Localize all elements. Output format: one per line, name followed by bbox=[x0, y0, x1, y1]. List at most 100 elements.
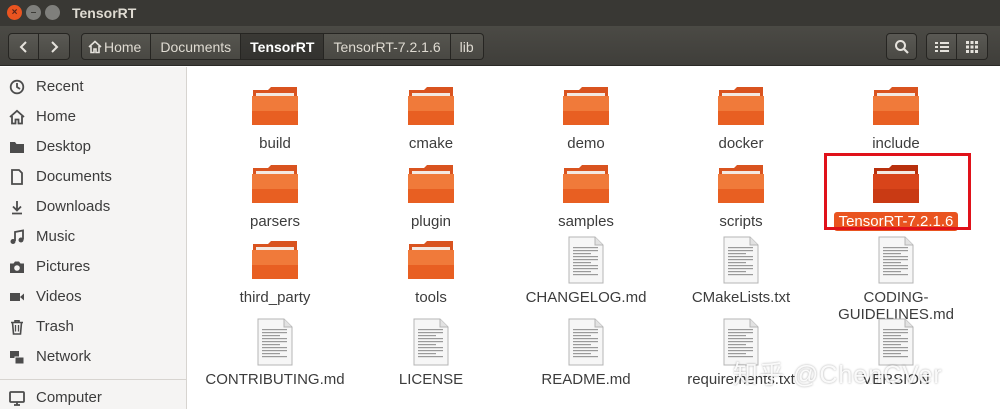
folder-item-parsers[interactable]: parsers bbox=[200, 159, 350, 239]
file-item-license[interactable]: LICENSE bbox=[356, 317, 506, 397]
breadcrumb-label: TensorRT-7.2.1.6 bbox=[333, 38, 441, 55]
grid-view-button[interactable] bbox=[957, 33, 988, 60]
text-file-icon bbox=[250, 317, 300, 367]
file-label-wrap: tools bbox=[356, 289, 506, 306]
sidebar-item-label: Home bbox=[36, 107, 77, 125]
folder-item-docker[interactable]: docker bbox=[666, 81, 816, 161]
file-item-readme-md[interactable]: README.md bbox=[511, 317, 661, 397]
text-file-icon bbox=[561, 235, 611, 285]
text-file-icon bbox=[561, 317, 611, 367]
clock-icon bbox=[9, 79, 25, 95]
file-item-contributing-md[interactable]: CONTRIBUTING.md bbox=[200, 317, 350, 397]
folder-icon bbox=[250, 159, 300, 209]
folder-icon bbox=[406, 81, 456, 131]
network-icon bbox=[10, 351, 25, 365]
folder-item-demo[interactable]: demo bbox=[511, 81, 661, 161]
text-file-icon bbox=[871, 235, 921, 285]
document-icon bbox=[11, 169, 23, 185]
file-label-wrap: README.md bbox=[511, 371, 661, 388]
breadcrumb-lib[interactable]: lib bbox=[450, 33, 484, 60]
search-icon bbox=[894, 39, 909, 54]
sidebar-item-trash[interactable]: Trash bbox=[0, 311, 187, 341]
file-label-wrap: scripts bbox=[666, 213, 816, 230]
file-label: CHANGELOG.md bbox=[525, 289, 647, 306]
file-label: CONTRIBUTING.md bbox=[205, 371, 345, 388]
minimize-window-button[interactable]: – bbox=[26, 5, 41, 20]
folder-icon bbox=[250, 81, 300, 131]
sidebar-item-network[interactable]: Network bbox=[0, 341, 187, 371]
search-button[interactable] bbox=[886, 33, 917, 60]
file-label-wrap: plugin bbox=[356, 213, 506, 230]
file-item-changelog-md[interactable]: CHANGELOG.md bbox=[511, 235, 661, 315]
sidebar-item-computer[interactable]: Computer bbox=[0, 382, 187, 409]
sidebar-item-recent[interactable]: Recent bbox=[0, 71, 187, 101]
sidebar-item-downloads[interactable]: Downloads bbox=[0, 191, 187, 221]
breadcrumb-home[interactable]: Home bbox=[81, 33, 152, 60]
folder-item-cmake[interactable]: cmake bbox=[356, 81, 506, 161]
window-title: TensorRT bbox=[72, 5, 137, 21]
file-item-coding-guidelines-md[interactable]: CODING- GUIDELINES.md bbox=[821, 235, 971, 323]
computer-icon bbox=[9, 391, 25, 406]
file-label: CMakeLists.txt bbox=[691, 289, 791, 306]
toolbar: Home Documents TensorRT TensorRT-7.2.1.6… bbox=[0, 26, 1000, 66]
file-label: demo bbox=[567, 135, 605, 152]
file-label-wrap: samples bbox=[511, 213, 661, 230]
file-label: third_party bbox=[239, 289, 311, 306]
folder-item-third-party[interactable]: third_party bbox=[200, 235, 350, 315]
file-label: include bbox=[872, 135, 920, 152]
breadcrumb-label: TensorRT bbox=[250, 38, 315, 55]
sidebar-item-label: Trash bbox=[36, 317, 74, 335]
sidebar-item-label: Desktop bbox=[36, 137, 92, 155]
breadcrumb-tensorrt[interactable]: TensorRT bbox=[241, 33, 325, 60]
file-item-cmakelists-txt[interactable]: CMakeLists.txt bbox=[666, 235, 816, 315]
folder-item-scripts[interactable]: scripts bbox=[666, 159, 816, 239]
breadcrumb-label: Documents bbox=[160, 38, 232, 55]
sidebar-item-pictures[interactable]: Pictures bbox=[0, 251, 187, 281]
file-label-wrap: third_party bbox=[200, 289, 350, 306]
forward-button[interactable] bbox=[39, 33, 70, 60]
file-label-wrap: LICENSE bbox=[356, 371, 506, 388]
list-view-button[interactable] bbox=[926, 33, 957, 60]
folder-icon bbox=[561, 159, 611, 209]
close-window-button[interactable]: × bbox=[7, 5, 22, 20]
file-label: docker bbox=[718, 135, 764, 152]
chevron-left-icon bbox=[19, 40, 27, 53]
sidebar-item-videos[interactable]: Videos bbox=[0, 281, 187, 311]
file-label-wrap: CHANGELOG.md bbox=[511, 289, 661, 306]
home-icon bbox=[9, 109, 25, 125]
sidebar-item-label: Music bbox=[36, 227, 76, 245]
list-view-icon bbox=[934, 41, 949, 52]
file-label-line: CODING- bbox=[863, 289, 929, 306]
highlight-box bbox=[824, 153, 971, 230]
sidebar-item-music[interactable]: Music bbox=[0, 221, 187, 251]
sidebar-item-desktop[interactable]: Desktop bbox=[0, 131, 187, 161]
folder-icon bbox=[406, 159, 456, 209]
back-button[interactable] bbox=[8, 33, 39, 60]
music-icon bbox=[10, 229, 24, 244]
sidebar-item-home[interactable]: Home bbox=[0, 101, 187, 131]
sidebar-item-label: Recent bbox=[36, 77, 84, 95]
folder-item-build[interactable]: build bbox=[200, 81, 350, 161]
text-file-icon bbox=[406, 317, 456, 367]
watermark-text: 知乎 @ChenCVer bbox=[733, 361, 943, 389]
places-sidebar: Recent Home Desktop Documents Downloads Music… bbox=[0, 67, 187, 409]
sidebar-item-label: Network bbox=[36, 347, 92, 365]
breadcrumb-tensorrt-7-2-1-6[interactable]: TensorRT-7.2.1.6 bbox=[324, 33, 451, 60]
file-label-wrap: CMakeLists.txt bbox=[666, 289, 816, 306]
file-label: samples bbox=[558, 213, 614, 230]
folder-item-include[interactable]: include bbox=[821, 81, 971, 161]
folder-icon bbox=[10, 142, 24, 153]
trash-icon bbox=[11, 320, 23, 335]
file-label: cmake bbox=[408, 135, 454, 152]
maximize-window-button[interactable] bbox=[45, 5, 60, 20]
file-label-wrap: cmake bbox=[356, 135, 506, 152]
sidebar-item-documents[interactable]: Documents bbox=[0, 161, 187, 191]
sidebar-item-label: Documents bbox=[36, 167, 112, 185]
camera-icon bbox=[10, 261, 24, 273]
file-label: README.md bbox=[541, 371, 631, 388]
folder-item-plugin[interactable]: plugin bbox=[356, 159, 506, 239]
folder-item-samples[interactable]: samples bbox=[511, 159, 661, 239]
folder-item-tools[interactable]: tools bbox=[356, 235, 506, 315]
file-label-wrap: parsers bbox=[200, 213, 350, 230]
breadcrumb-documents[interactable]: Documents bbox=[151, 33, 242, 60]
